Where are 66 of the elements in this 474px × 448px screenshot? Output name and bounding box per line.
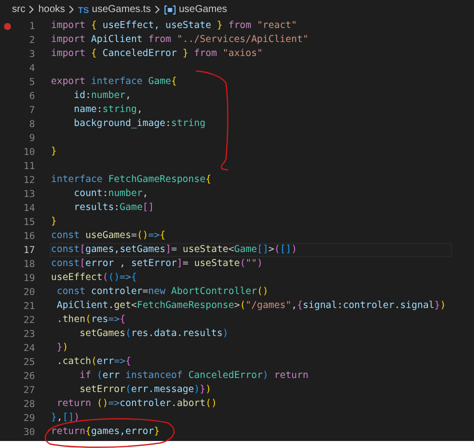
code-line: } [51,216,57,228]
symbol-variable-icon [164,4,176,14]
code-line: const[error , setError]= useState("") [51,258,263,270]
line-number: 13 [22,188,35,200]
code-line: background_image:string [72,118,206,130]
line-number: 11 [22,160,35,172]
code-line: import { useEffect, useState } from "react" [51,20,297,32]
code-line: const useGames=()=>{ [51,230,166,242]
code-line: }) [56,342,68,354]
chevron-icon [68,5,76,14]
line-number: 5 [28,76,35,88]
code-line: setGames(res.data.results) [78,328,228,340]
line-number: 17 [22,244,35,256]
line-number: 20 [22,286,35,298]
breadcrumb-link[interactable]: useGames [178,4,228,15]
line-number: 22 [22,314,35,326]
line-number: 7 [28,104,35,116]
line-number: 16 [22,230,35,242]
code-line: const controler=new AbortController() [56,286,268,298]
code-line: name:string, [72,104,143,116]
line-number: 19 [22,272,35,284]
line-number: 9 [28,132,35,144]
line-number: 23 [22,328,35,340]
line-number: 27 [22,384,35,396]
code-line: import ApiClient from "../Services/ApiClient" [51,34,308,46]
code-line: export interface Game{ [51,76,177,88]
breadcrumb-link[interactable]: src [12,4,26,15]
code-line: } [51,146,57,158]
line-number: 12 [22,174,35,186]
code-line: results:Game[] [72,202,154,214]
line-number: 6 [28,90,35,102]
line-number: 29 [22,412,35,424]
line-number: 2 [28,34,35,46]
line-number: 26 [22,370,35,382]
line-number: 21 [22,300,35,312]
code-line: .catch(err=>{ [56,356,132,368]
code-line: },[]) [51,412,80,424]
code-line: count:number, [72,188,148,200]
code-line: return ()=>controler.abort() [56,398,217,410]
line-number: 8 [28,118,35,130]
code-line: setError(err.message)}) [78,384,212,396]
code-line: interface FetchGameResponse{ [51,174,212,186]
line-number: 25 [22,356,35,368]
line-number: 4 [28,62,35,74]
line-number: 30 [22,426,35,438]
line-number: 28 [22,398,35,410]
code-line: useEffect(()=>{ [51,272,137,284]
line-number: 1 [28,20,35,32]
code-line: import { CanceledError } from "axios" [51,48,263,60]
line-number: 3 [28,48,35,60]
breadcrumb-link[interactable]: useGames.ts [92,4,151,15]
breadcrumb-link[interactable]: hooks [38,4,66,15]
code-line: if (err instanceof CanceledError) return [78,370,308,382]
line-number: 15 [22,216,35,228]
chevron-icon [28,5,36,14]
code-line: return{games,error} [51,426,160,438]
line-number: 18 [22,258,35,270]
line-number: 10 [22,146,35,158]
file-type-icon: TS [78,4,89,14]
chevron-icon [154,5,161,14]
line-number: 14 [22,202,35,214]
code-line: id:number, [72,90,132,102]
code-line: ApiClient.get<FetchGameResponse>("/games",{signal:controler.signal}) [56,300,446,312]
breakpoint-icon[interactable] [4,22,10,30]
code-line: .then(res=>{ [56,314,126,326]
line-number: 24 [22,342,35,354]
